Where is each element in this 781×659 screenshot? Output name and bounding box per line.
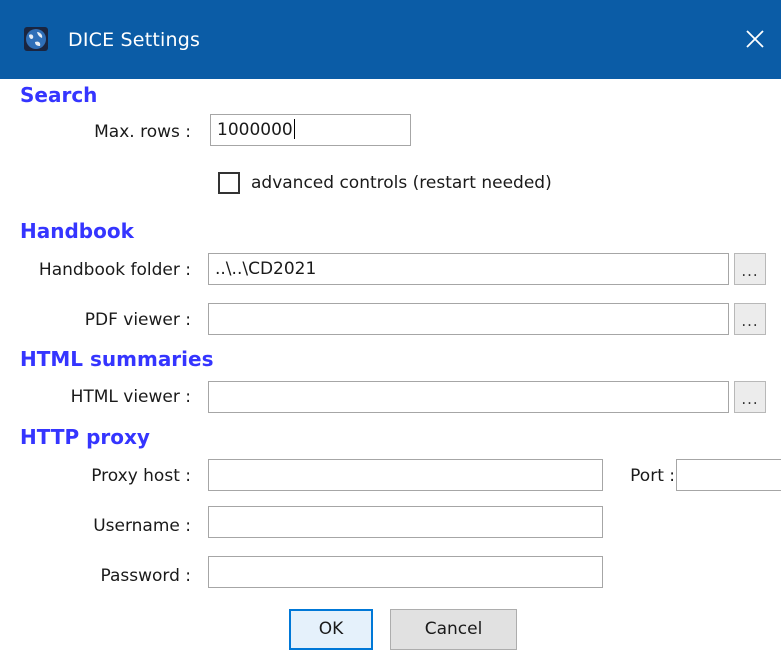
proxy-host-label: Proxy host : (91, 466, 191, 486)
port-label: Port : (630, 466, 675, 486)
port-input[interactable] (676, 459, 781, 491)
advanced-controls-checkbox[interactable] (218, 172, 240, 194)
proxy-host-input[interactable] (208, 459, 603, 491)
html-viewer-input[interactable] (208, 381, 729, 413)
max-rows-label: Max. rows : (94, 122, 191, 142)
handbook-folder-input[interactable]: ..\..\CD2021 (208, 253, 729, 285)
cancel-button[interactable]: Cancel (390, 609, 517, 650)
globe-app-icon (24, 27, 48, 51)
close-icon (746, 30, 764, 48)
section-search-heading: Search (20, 83, 98, 107)
text-caret (293, 118, 295, 139)
html-viewer-label: HTML viewer : (70, 387, 191, 407)
ok-button[interactable]: OK (289, 609, 373, 650)
pdf-viewer-browse-button[interactable]: ... (734, 303, 766, 335)
html-viewer-browse-button[interactable]: ... (734, 381, 766, 413)
settings-panel: Search Max. rows : 1000000 advanced cont… (0, 79, 781, 659)
advanced-controls-label[interactable]: advanced controls (restart needed) (251, 172, 552, 194)
password-input[interactable] (208, 556, 603, 588)
section-html-summaries-heading: HTML summaries (20, 347, 214, 371)
section-http-proxy-heading: HTTP proxy (20, 425, 150, 449)
password-label: Password : (100, 566, 191, 586)
username-input[interactable] (208, 506, 603, 538)
close-button[interactable] (729, 18, 781, 60)
handbook-folder-browse-button[interactable]: ... (734, 253, 766, 285)
pdf-viewer-input[interactable] (208, 303, 729, 335)
username-label: Username : (93, 516, 191, 536)
max-rows-input[interactable]: 1000000 (210, 114, 411, 146)
window-title: DICE Settings (68, 29, 201, 51)
section-handbook-heading: Handbook (20, 219, 134, 243)
pdf-viewer-label: PDF viewer : (84, 310, 191, 330)
max-rows-value: 1000000 (217, 120, 293, 140)
title-bar: DICE Settings (0, 0, 781, 79)
handbook-folder-label: Handbook folder : (38, 260, 191, 280)
